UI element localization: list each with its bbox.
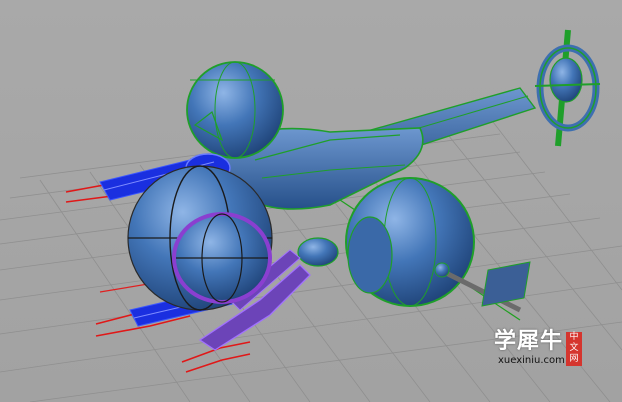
watermark-logo: 学犀牛 中 文 网 xuexiniu.com <box>494 330 588 368</box>
engine-pod-right[interactable] <box>345 177 531 313</box>
watermark-url: xuexiniu.com <box>498 355 565 366</box>
tail-rotor[interactable] <box>534 29 601 147</box>
perspective-viewport[interactable]: 学犀牛 中 文 网 xuexiniu.com <box>0 0 622 402</box>
watermark-badge-char-2: 文 <box>569 343 579 353</box>
watermark-badge: 中 文 网 <box>566 332 582 366</box>
cockpit-sphere[interactable] <box>127 165 273 311</box>
watermark-brand: 学犀牛 <box>494 329 564 354</box>
watermark-badge-char-3: 网 <box>569 354 579 364</box>
watermark-badge-char-1: 中 <box>569 332 579 342</box>
engine-pod-top-left[interactable] <box>186 61 284 159</box>
